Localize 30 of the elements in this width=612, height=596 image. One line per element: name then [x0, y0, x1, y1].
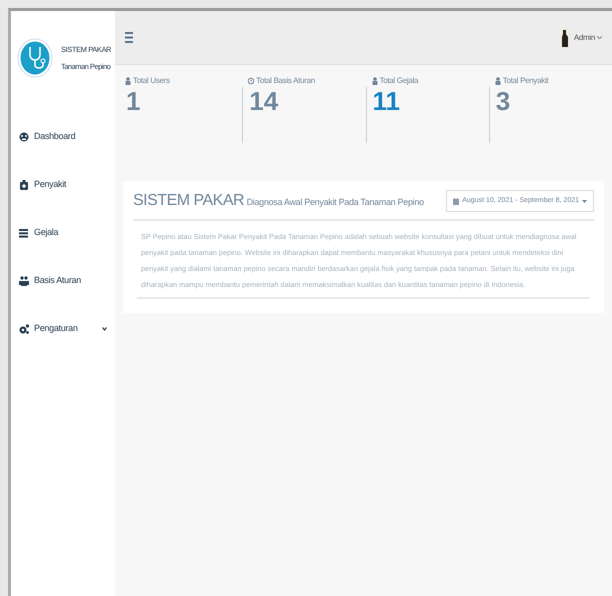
users-icon: [19, 276, 29, 286]
menu-icon[interactable]: [125, 32, 133, 43]
user-icon: [494, 77, 501, 85]
user-icon: [372, 77, 378, 85]
stat-label: Total Gejala: [380, 75, 418, 87]
sidebar-item[interactable]: Dashboard: [11, 113, 115, 161]
stat-value: 14: [242, 87, 366, 143]
caret-icon: [597, 36, 602, 39]
panel-heading: SISTEM PAKAR Diagnosa Awal Penyakit Pada Tanaman Pepino: [133, 191, 424, 211]
avatar-icon: [560, 28, 570, 48]
user-menu[interactable]: Admin: [574, 32, 602, 44]
sidebar-item[interactable]: Gejala: [11, 209, 115, 257]
stat-label: Total Penyakit: [502, 75, 548, 87]
stat-label: Total Users: [133, 75, 170, 87]
stat-label: Total Basis Aturan: [256, 75, 315, 87]
clock-icon: [248, 77, 254, 85]
stethoscope-logo: [17, 38, 53, 78]
calendar-icon: [453, 198, 460, 204]
sidebar-item[interactable]: Pengaturan: [11, 305, 115, 353]
medical-kit-icon: [19, 180, 29, 190]
stat-value: 1: [125, 87, 142, 118]
dashboard-icon: [19, 132, 29, 142]
caret-icon: [582, 200, 587, 202]
gears-icon: [19, 324, 29, 334]
sidebar-item[interactable]: Basis Aturan: [11, 257, 115, 305]
stat-value: 3: [488, 87, 612, 143]
sidebar-item[interactable]: Penyakit: [11, 161, 115, 209]
user-icon: [125, 77, 131, 85]
list-icon: [19, 228, 29, 238]
stat-value: 11: [366, 87, 489, 143]
